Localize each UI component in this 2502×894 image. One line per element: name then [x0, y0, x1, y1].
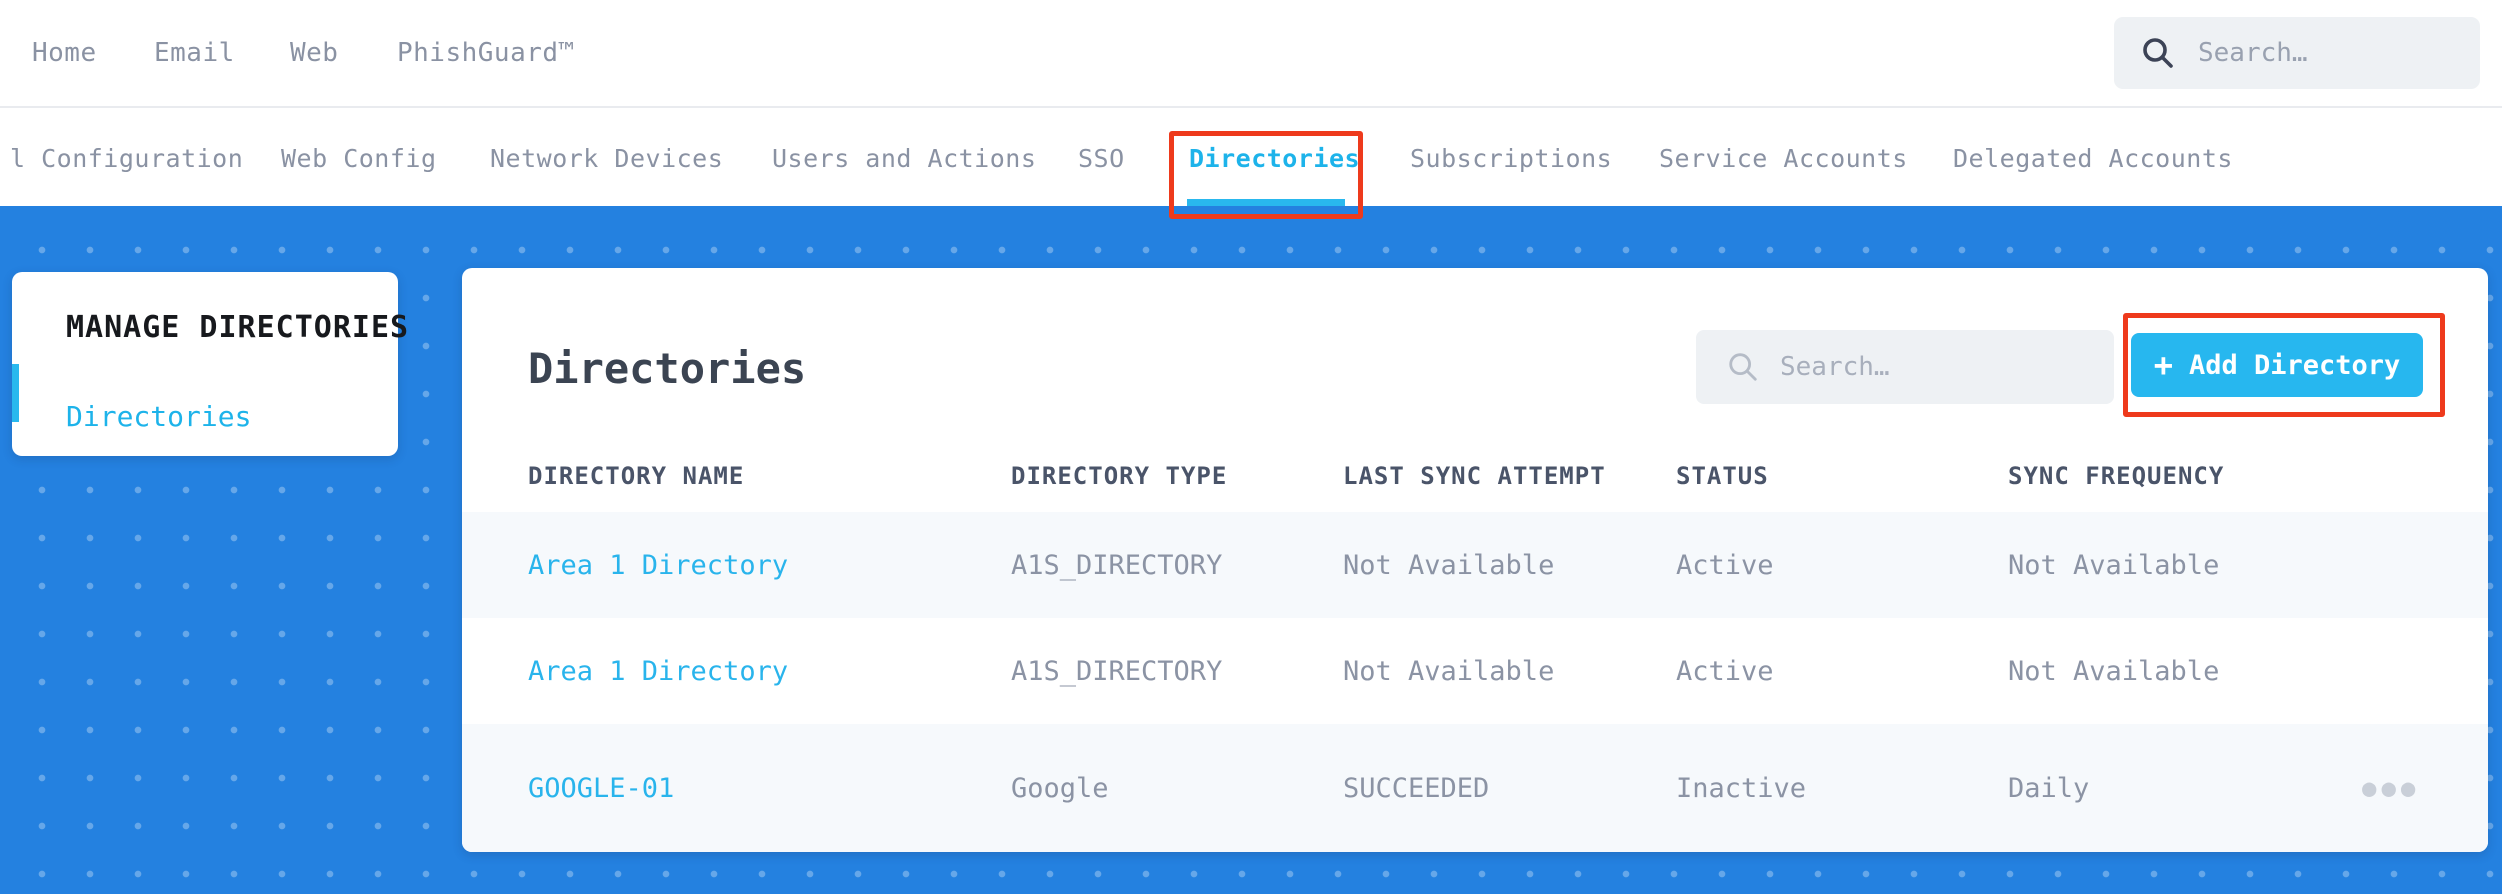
sub-nav-item-subscriptions[interactable]: Subscriptions — [1410, 110, 1612, 206]
add-directory-button-label: Add Directory — [2188, 349, 2401, 381]
status-cell: Active — [1676, 655, 1774, 687]
directories-search-box[interactable] — [1696, 330, 2114, 404]
sub-nav-item-delegated-accounts[interactable]: Delegated Accounts — [1953, 110, 2233, 206]
status-cell: Active — [1676, 549, 1774, 581]
sync-frequency-cell: Daily — [2008, 772, 2090, 804]
top-nav-item-phishguard[interactable]: PhishGuard™ — [397, 0, 575, 106]
directories-card: Directories + Add Directory DIRECTORY NA… — [462, 268, 2488, 852]
sync-frequency-cell: Not Available — [2008, 655, 2220, 687]
active-item-accent-bar — [12, 364, 19, 422]
sub-nav-item-network-devices[interactable]: Network Devices — [490, 110, 723, 206]
global-search-box[interactable] — [2114, 17, 2480, 89]
column-header-directory-type: DIRECTORY TYPE — [1011, 462, 1228, 490]
top-nav: Home Email Web PhishGuard™ — [0, 0, 2502, 108]
last-sync-attempt-cell: Not Available — [1343, 655, 1555, 687]
search-icon — [1729, 353, 1757, 381]
directory-name-link[interactable]: GOOGLE-01 — [528, 773, 1011, 804]
active-tab-underline — [1187, 199, 1345, 206]
sub-nav-item-users-and-actions[interactable]: Users and Actions — [772, 110, 1036, 206]
side-panel-title: MANAGE DIRECTORIES — [66, 310, 410, 345]
sub-nav-item-web-config[interactable]: Web Config — [281, 110, 437, 206]
side-panel-item-directories[interactable]: Directories — [66, 400, 251, 433]
column-header-status: STATUS — [1676, 462, 1769, 490]
top-nav-item-email[interactable]: Email — [154, 0, 235, 106]
sync-frequency-cell: Not Available — [2008, 549, 2220, 581]
manage-directories-panel: MANAGE DIRECTORIES Directories — [12, 272, 408, 456]
top-nav-item-web[interactable]: Web — [290, 0, 338, 106]
column-header-directory-name: DIRECTORY NAME — [528, 462, 745, 490]
top-nav-item-home[interactable]: Home — [32, 0, 97, 106]
directory-type-cell: A1S_DIRECTORY — [1011, 655, 1223, 687]
last-sync-attempt-cell: Not Available — [1343, 549, 1555, 581]
table-row: Area 1 Directory A1S_DIRECTORY Not Avail… — [462, 512, 2488, 618]
sub-nav-item-sso[interactable]: SSO — [1078, 110, 1125, 206]
search-icon — [2143, 38, 2173, 68]
last-sync-attempt-cell: SUCCEEDED — [1343, 772, 1490, 804]
directory-name-link[interactable]: Area 1 Directory — [528, 550, 1011, 581]
directories-table: DIRECTORY NAME DIRECTORY TYPE LAST SYNC … — [462, 440, 2488, 852]
directories-search-input[interactable] — [1780, 352, 2080, 382]
directory-type-cell: A1S_DIRECTORY — [1011, 549, 1223, 581]
global-search-input[interactable] — [2198, 38, 2468, 68]
column-header-last-sync-attempt: LAST SYNC ATTEMPT — [1343, 462, 1606, 490]
table-row: GOOGLE-01 Google SUCCEEDED Inactive Dail… — [462, 724, 2488, 852]
settings-sub-nav: l Configuration Web Config Network Devic… — [0, 110, 2502, 206]
column-header-sync-frequency: SYNC FREQUENCY — [2008, 462, 2225, 490]
sub-nav-item-service-accounts[interactable]: Service Accounts — [1659, 110, 1908, 206]
page-title: Directories — [528, 344, 807, 393]
table-header-row: DIRECTORY NAME DIRECTORY TYPE LAST SYNC … — [462, 440, 2488, 512]
sub-nav-item-configuration[interactable]: l Configuration — [10, 110, 243, 206]
directory-type-cell: Google — [1011, 772, 1109, 804]
table-row: Area 1 Directory A1S_DIRECTORY Not Avail… — [462, 618, 2488, 724]
add-directory-button[interactable]: + Add Directory — [2131, 333, 2423, 397]
plus-icon: + — [2153, 346, 2173, 384]
directory-name-link[interactable]: Area 1 Directory — [528, 656, 1011, 687]
row-menu-icon[interactable]: ●●● — [2362, 774, 2420, 802]
sub-nav-item-directories[interactable]: Directories — [1189, 110, 1360, 206]
status-cell: Inactive — [1676, 772, 1807, 804]
